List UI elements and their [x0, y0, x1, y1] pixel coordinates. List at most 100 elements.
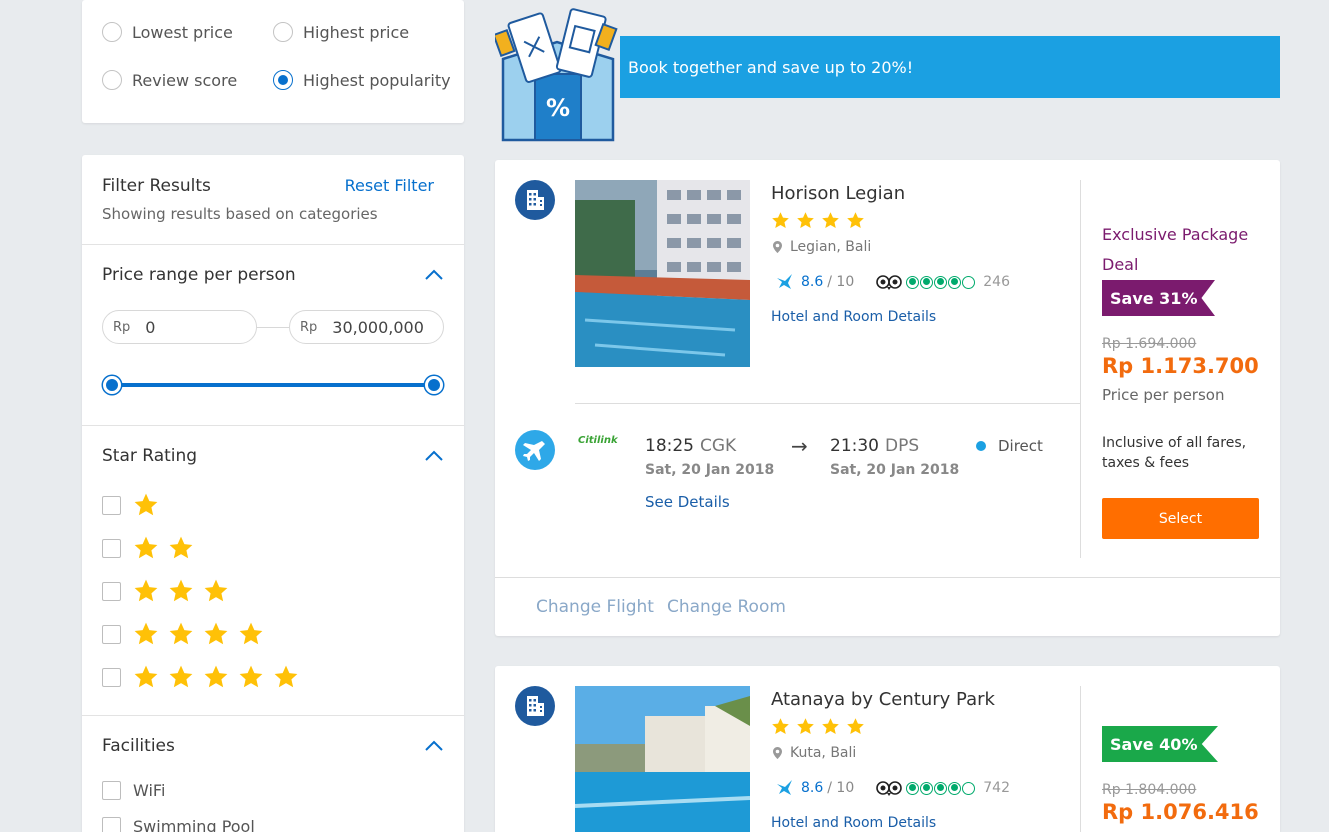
- location-pin-icon: [773, 747, 782, 759]
- save-badge: Save 31%: [1102, 280, 1215, 316]
- divider: [1080, 686, 1081, 832]
- facility-option-wifi[interactable]: WiFi: [102, 781, 165, 800]
- tripadvisor-dot: [906, 781, 920, 795]
- star-icon: [133, 578, 159, 604]
- hotel-location: Kuta, Bali: [773, 745, 856, 761]
- price-slider-min-handle[interactable]: [103, 376, 121, 394]
- tripadvisor-dot: [920, 781, 934, 795]
- direct-dot-icon: [976, 441, 986, 451]
- currency-label: Rp: [113, 319, 131, 335]
- exclusive-deal-label: Exclusive Package Deal: [1102, 225, 1249, 274]
- hotel-icon: [515, 686, 555, 726]
- price-slider-track[interactable]: [112, 383, 434, 387]
- flight-icon: [515, 430, 555, 470]
- star-rating-option-5[interactable]: [102, 664, 308, 690]
- star-icon: [203, 578, 229, 604]
- hotel-photo[interactable]: [575, 686, 750, 832]
- sort-option-label: Review score: [132, 70, 238, 90]
- traveloka-rating-icon: [775, 272, 795, 292]
- sort-option-label: Lowest price: [132, 22, 233, 42]
- divider: [575, 403, 1080, 404]
- star-icon: [133, 621, 159, 647]
- star-rating-option-3[interactable]: [102, 578, 238, 604]
- star-icon: [168, 578, 194, 604]
- star-rating-option-1[interactable]: [102, 492, 168, 518]
- price-min-value: 0: [145, 317, 156, 337]
- change-room-link[interactable]: Change Room: [667, 597, 786, 617]
- star-icon: [821, 211, 840, 230]
- price-max-input[interactable]: Rp 30,000,000: [289, 310, 444, 344]
- select-button[interactable]: Select: [1102, 498, 1259, 539]
- filter-subtitle: Showing results based on categories: [102, 205, 378, 223]
- tripadvisor-dot: [934, 275, 948, 289]
- hotel-photo[interactable]: [575, 180, 750, 367]
- chevron-up-icon[interactable]: [424, 269, 444, 281]
- hotel-room-details-link[interactable]: Hotel and Room Details: [771, 815, 936, 831]
- star-icon: [771, 717, 790, 736]
- arrow-right-icon: →: [791, 434, 808, 458]
- checkbox[interactable]: [102, 781, 121, 800]
- inclusive-note: Inclusive of all fares, taxes & fees: [1102, 435, 1247, 471]
- star-rating-option-2[interactable]: [102, 535, 203, 561]
- chevron-up-icon[interactable]: [424, 740, 444, 752]
- sort-option-highest-popularity[interactable]: Highest popularity: [273, 70, 451, 90]
- checkbox[interactable]: [102, 817, 121, 832]
- sort-option-label: Highest price: [303, 22, 410, 42]
- radio-review-score[interactable]: [102, 70, 122, 90]
- divider: [1080, 180, 1081, 558]
- promo-banner: Book together and save up to 20%!: [620, 36, 1280, 98]
- checkbox[interactable]: [102, 538, 121, 558]
- radio-lowest-price[interactable]: [102, 22, 122, 42]
- rating-value: 8.6: [801, 780, 824, 796]
- star-icon: [821, 717, 840, 736]
- location-pin-icon: [773, 241, 782, 253]
- checkbox[interactable]: [102, 495, 121, 515]
- price-min-input[interactable]: Rp 0: [102, 310, 257, 344]
- star-icon: [203, 664, 229, 690]
- departure-airport-code: CGK: [700, 436, 737, 456]
- radio-highest-price[interactable]: [273, 22, 293, 42]
- flight-stops: Direct: [976, 437, 1043, 455]
- price-range-connector: [257, 327, 289, 328]
- checkbox[interactable]: [102, 667, 121, 687]
- divider: [82, 425, 464, 426]
- hotel-stars: [771, 211, 871, 230]
- reset-filter-link[interactable]: Reset Filter: [345, 176, 434, 195]
- star-icon: [203, 621, 229, 647]
- hotel-name[interactable]: Horison Legian: [771, 183, 905, 204]
- hotel-room-details-link[interactable]: Hotel and Room Details: [771, 309, 936, 325]
- result-card: Horison Legian Legian, Bali 8.6 / 10 246…: [495, 160, 1280, 636]
- rating-max: / 10: [827, 780, 855, 796]
- sort-card: Lowest price Highest price Review score …: [82, 0, 464, 123]
- hotel-name[interactable]: Atanaya by Century Park: [771, 689, 995, 710]
- traveloka-rating-icon: [775, 778, 795, 798]
- arrival-date: Sat, 20 Jan 2018: [830, 462, 960, 478]
- divider: [495, 577, 1280, 578]
- price-range-title: Price range per person: [102, 265, 296, 285]
- star-icon: [133, 492, 159, 518]
- sort-option-review-score[interactable]: Review score: [102, 70, 237, 90]
- hotel-location: Legian, Bali: [773, 239, 871, 255]
- tripadvisor-dot: [948, 781, 962, 795]
- star-rating-option-4[interactable]: [102, 621, 273, 647]
- price-slider-max-handle[interactable]: [425, 376, 443, 394]
- checkbox[interactable]: [102, 624, 121, 644]
- save-badge: Save 40%: [1102, 726, 1218, 762]
- facility-option-swimming-pool[interactable]: Swimming Pool: [102, 817, 255, 832]
- checkbox[interactable]: [102, 581, 121, 601]
- flight-see-details-link[interactable]: See Details: [645, 493, 730, 511]
- radio-highest-popularity[interactable]: [273, 70, 293, 90]
- star-icon: [133, 664, 159, 690]
- star-icon: [771, 211, 790, 230]
- sort-option-lowest-price[interactable]: Lowest price: [102, 22, 233, 42]
- sort-option-highest-price[interactable]: Highest price: [273, 22, 409, 42]
- star-icon: [133, 535, 159, 561]
- tripadvisor-dot: [906, 275, 920, 289]
- departure-time: 18:25 CGK: [645, 436, 736, 456]
- star-icon: [846, 211, 865, 230]
- airline-logo: Citilink: [578, 435, 618, 446]
- price-per-person-label: Price per person: [1102, 386, 1225, 404]
- change-flight-link[interactable]: Change Flight: [536, 597, 654, 617]
- star-icon: [238, 664, 264, 690]
- chevron-up-icon[interactable]: [424, 450, 444, 462]
